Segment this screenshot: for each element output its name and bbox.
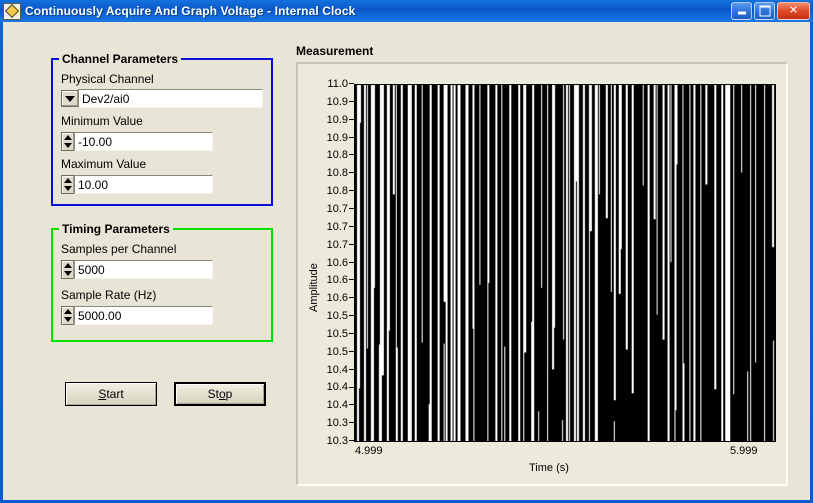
plot-area[interactable] xyxy=(354,84,776,442)
start-rest: tart xyxy=(106,387,124,401)
graph-title: Measurement xyxy=(296,44,374,58)
y-axis-tick: 10.6 xyxy=(298,293,354,304)
y-axis-tick: 10.9 xyxy=(298,114,354,125)
chevron-down-icon[interactable] xyxy=(61,90,78,107)
stop-mnemonic: o xyxy=(218,387,226,401)
stop-suffix: p xyxy=(225,387,233,401)
measurement-graph[interactable]: 11.0 10.9 10.9 10.9 10.8 10.8 10.8 10.7 10.7 10.7… xyxy=(296,62,788,486)
start-button[interactable]: Start xyxy=(65,382,157,406)
maximize-button[interactable] xyxy=(754,2,775,20)
minimum-value-stepper[interactable] xyxy=(61,132,74,151)
y-axis-tick: 10.9 xyxy=(298,96,354,107)
y-axis-tick: 10.8 xyxy=(298,186,354,197)
maximum-value-control[interactable]: 10.00 xyxy=(61,175,213,194)
samples-per-channel-input[interactable]: 5000 xyxy=(74,260,213,279)
y-axis-tick: 11.0 xyxy=(298,79,354,90)
maximum-value-label: Maximum Value xyxy=(61,157,147,171)
stepper-up-icon[interactable] xyxy=(64,135,72,140)
stepper-down-icon[interactable] xyxy=(64,317,72,322)
y-axis-tick: 10.6 xyxy=(298,257,354,268)
window-client-area: Channel Parameters Physical Channel Dev2… xyxy=(3,22,810,500)
y-axis-tick: 10.9 xyxy=(298,132,354,143)
maximize-icon xyxy=(759,5,770,17)
timing-parameters-title: Timing Parameters xyxy=(59,222,173,236)
stop-prefix: St xyxy=(207,387,219,401)
y-axis-tick: 10.4 xyxy=(298,382,354,393)
y-axis-tick: 10.8 xyxy=(298,150,354,161)
timing-parameters-group: Timing Parameters Samples per Channel 50… xyxy=(51,222,273,342)
application-window: Continuously Acquire And Graph Voltage -… xyxy=(0,0,813,503)
stepper-down-icon[interactable] xyxy=(64,143,72,148)
stepper-up-icon[interactable] xyxy=(64,178,72,183)
x-axis-label: Time (s) xyxy=(529,462,569,474)
y-axis-tick: 10.7 xyxy=(298,239,354,250)
minimum-value-control[interactable]: -10.00 xyxy=(61,132,213,151)
physical-channel-input[interactable]: Dev2/ai0 xyxy=(78,89,263,108)
stepper-down-icon[interactable] xyxy=(64,271,72,276)
window-controls: ✕ xyxy=(731,2,810,20)
x-axis-tick-max: 5.999 xyxy=(730,445,758,457)
maximum-value-input[interactable]: 10.00 xyxy=(74,175,213,194)
labview-vi-icon xyxy=(3,2,21,20)
x-axis-tick-min: 4.999 xyxy=(355,445,383,457)
waveform-trace xyxy=(355,85,775,441)
y-axis-tick: 10.5 xyxy=(298,311,354,322)
close-button[interactable]: ✕ xyxy=(777,2,810,20)
stop-button[interactable]: Stop xyxy=(174,382,266,406)
y-axis-tick: 10.4 xyxy=(298,400,354,411)
y-axis-label: Amplitude xyxy=(308,263,320,312)
stepper-up-icon[interactable] xyxy=(64,263,72,268)
physical-channel-control[interactable]: Dev2/ai0 xyxy=(61,89,263,108)
sample-rate-input[interactable]: 5000.00 xyxy=(74,306,213,325)
y-axis-tick: 10.6 xyxy=(298,275,354,286)
y-axis-tick: 10.5 xyxy=(298,328,354,339)
minimize-button[interactable] xyxy=(731,2,752,20)
y-axis-tick: 10.7 xyxy=(298,203,354,214)
stepper-down-icon[interactable] xyxy=(64,186,72,191)
stop-button-label: Stop xyxy=(208,387,233,401)
samples-per-channel-label: Samples per Channel xyxy=(61,242,177,256)
physical-channel-label: Physical Channel xyxy=(61,72,154,86)
y-axis-tick: 10.7 xyxy=(298,221,354,232)
channel-parameters-group: Channel Parameters Physical Channel Dev2… xyxy=(51,52,273,206)
sample-rate-label: Sample Rate (Hz) xyxy=(61,288,157,302)
sample-rate-control[interactable]: 5000.00 xyxy=(61,306,213,325)
y-axis-tick: 10.5 xyxy=(298,346,354,357)
sample-rate-stepper[interactable] xyxy=(61,306,74,325)
channel-parameters-title: Channel Parameters xyxy=(59,52,182,66)
samples-per-channel-stepper[interactable] xyxy=(61,260,74,279)
y-axis-tick: 10.3 xyxy=(298,436,354,447)
window-title: Continuously Acquire And Graph Voltage -… xyxy=(25,4,356,18)
start-button-label: Start xyxy=(98,387,123,401)
minimize-icon xyxy=(737,11,746,15)
y-axis-tick: 10.4 xyxy=(298,364,354,375)
minimum-value-label: Minimum Value xyxy=(61,114,143,128)
samples-per-channel-control[interactable]: 5000 xyxy=(61,260,213,279)
stepper-up-icon[interactable] xyxy=(64,309,72,314)
maximum-value-stepper[interactable] xyxy=(61,175,74,194)
close-icon: ✕ xyxy=(788,4,799,17)
y-axis-tick: 10.8 xyxy=(298,168,354,179)
title-bar: Continuously Acquire And Graph Voltage -… xyxy=(0,0,813,22)
y-axis-tick: 10.3 xyxy=(298,418,354,429)
minimum-value-input[interactable]: -10.00 xyxy=(74,132,213,151)
